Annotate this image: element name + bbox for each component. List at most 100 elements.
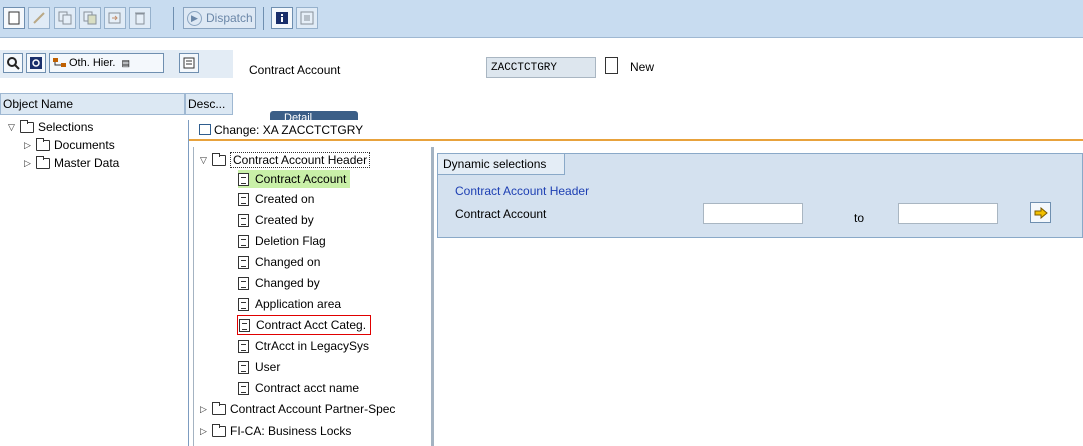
field-icon — [238, 234, 249, 248]
copy-as-icon[interactable] — [79, 7, 101, 29]
tree-item-label: Contract Account — [255, 172, 347, 186]
dispatch-label: Dispatch — [206, 11, 253, 25]
tree-item-label: Deletion Flag — [255, 234, 326, 248]
tree-item-label: Contract acct name — [255, 381, 360, 395]
tree-item-partner-spec[interactable]: ▷ Contract Account Partner-Spec — [200, 400, 395, 418]
tree-item-label: CtrAcct in LegacySys — [255, 339, 370, 353]
find-icon[interactable] — [3, 53, 23, 73]
tree-item-contract-acct-categ[interactable]: Contract Acct Categ. — [237, 315, 372, 335]
tree-item-changed-on[interactable]: Changed on — [238, 253, 320, 271]
refresh-icon[interactable] — [26, 53, 46, 73]
tab-dynamic-selections[interactable]: Dynamic selections — [438, 154, 565, 175]
display-object-icon[interactable] — [296, 7, 318, 29]
dynamic-selections-panel: Dynamic selections Contract Account Head… — [437, 153, 1083, 238]
to-label: to — [854, 211, 865, 225]
expanded-arrow-icon: ▽ — [8, 121, 15, 132]
tree-item-label: Changed on — [255, 255, 321, 269]
tree-item-created-on[interactable]: Created on — [238, 190, 314, 208]
folder-open-icon — [20, 119, 34, 133]
tree-item-label: Contract Account Partner-Spec — [230, 402, 396, 416]
column-label: Desc... — [188, 97, 226, 111]
tree-item-business-locks[interactable]: ▷ FI-CA: Business Locks — [200, 422, 351, 440]
column-header-object-name[interactable]: Object Name — [0, 93, 185, 115]
tree-item-label: Created on — [255, 192, 315, 206]
dispatch-button[interactable]: ▶ Dispatch — [183, 7, 256, 29]
transport-icon[interactable] — [104, 7, 126, 29]
tree-item-ctracct-legacysys[interactable]: CtrAcct in LegacySys — [238, 337, 369, 355]
dropdown-icon: ▤ — [121, 57, 130, 68]
tree-item-application-area[interactable]: Application area — [238, 295, 341, 313]
dispatch-icon: ▶ — [187, 10, 202, 26]
tree-item-deletion-flag[interactable]: Deletion Flag — [238, 232, 326, 250]
list-icon[interactable] — [179, 53, 199, 73]
field-icon — [238, 255, 249, 269]
tree-item-master-data[interactable]: ▷ Master Data — [24, 154, 119, 172]
tree-item-label: Master Data — [54, 156, 120, 170]
contract-account-label: Contract Account — [249, 63, 341, 77]
new-document-icon[interactable] — [3, 7, 25, 29]
field-icon — [238, 381, 249, 395]
tree-item-contract-account-header[interactable]: ▽ Contract Account Header — [200, 151, 371, 169]
field-icon — [238, 297, 249, 311]
to-value-input[interactable] — [898, 203, 998, 224]
collapsed-arrow-icon: ▷ — [200, 403, 207, 414]
tree-item-contract-acct-name[interactable]: Contract acct name — [238, 379, 359, 397]
dialog-title: Change: XA ZACCTCTGRY — [214, 122, 364, 137]
toolbar-separator — [263, 7, 264, 30]
collapsed-arrow-icon: ▷ — [24, 139, 31, 150]
delete-icon[interactable] — [129, 7, 151, 29]
tree-item-label: Changed by — [255, 276, 320, 290]
field-icon — [238, 192, 249, 206]
tree-item-label: Contract Account Header — [230, 152, 371, 168]
window-icon — [199, 124, 211, 135]
tree-item-user[interactable]: User — [238, 358, 280, 376]
column-header-description[interactable]: Desc... — [185, 93, 233, 115]
status-new-label: New — [630, 60, 655, 74]
folder-open-icon — [212, 152, 226, 166]
other-hierarchy-button[interactable]: Oth. Hier. ▤ — [49, 53, 164, 73]
column-label: Object Name — [3, 97, 74, 111]
tree-item-changed-by[interactable]: Changed by — [238, 274, 320, 292]
collapsed-arrow-icon: ▷ — [24, 157, 31, 168]
folder-icon — [212, 401, 226, 415]
hierarchy-icon — [53, 58, 66, 67]
field-icon — [238, 213, 249, 227]
field-icon — [238, 360, 249, 374]
folder-icon — [212, 423, 226, 437]
toolbar-separator — [173, 7, 174, 30]
field-icon — [238, 172, 249, 186]
tree-item-contract-account[interactable]: Contract Account — [238, 170, 351, 188]
tab-label: Dynamic selections — [443, 157, 547, 171]
folder-icon — [36, 137, 50, 151]
edit-icon[interactable] — [28, 7, 50, 29]
tree-item-label: Contract Acct Categ. — [256, 318, 367, 332]
expanded-arrow-icon: ▽ — [200, 154, 207, 165]
tree-item-selections[interactable]: ▽ Selections — [8, 118, 93, 136]
new-document-icon — [605, 57, 618, 74]
selection-field-label: Contract Account — [455, 207, 547, 221]
folder-icon — [36, 155, 50, 169]
multiple-selection-arrow-icon[interactable] — [1030, 202, 1051, 223]
navigator-toolbar: Oth. Hier. ▤ — [0, 50, 233, 78]
field-icon — [239, 318, 250, 332]
tree-item-created-by[interactable]: Created by — [238, 211, 314, 229]
application-toolbar: ▶ Dispatch — [0, 0, 1083, 38]
tree-item-label: Application area — [255, 297, 342, 311]
tree-item-label: Documents — [54, 138, 115, 152]
tree-item-documents[interactable]: ▷ Documents — [24, 136, 115, 154]
copy-icon[interactable] — [54, 7, 76, 29]
collapsed-arrow-icon: ▷ — [200, 425, 207, 436]
field-icon — [238, 339, 249, 353]
field-tree: ▽ Contract Account Header Contract Accou… — [193, 147, 434, 446]
group-header: Contract Account Header — [455, 184, 590, 198]
tree-item-label: Selections — [38, 120, 94, 134]
other-hierarchy-label: Oth. Hier. — [69, 57, 116, 69]
from-value-input[interactable] — [703, 203, 803, 224]
contract-account-value: ZACCTCTGRY — [486, 57, 596, 78]
dialog-title-bar: Change: XA ZACCTCTGRY — [189, 120, 1083, 141]
field-icon — [238, 276, 249, 290]
info-icon[interactable] — [271, 7, 293, 29]
tree-item-label: User — [255, 360, 281, 374]
tree-item-label: Created by — [255, 213, 314, 227]
tree-item-label: FI-CA: Business Locks — [230, 424, 352, 438]
